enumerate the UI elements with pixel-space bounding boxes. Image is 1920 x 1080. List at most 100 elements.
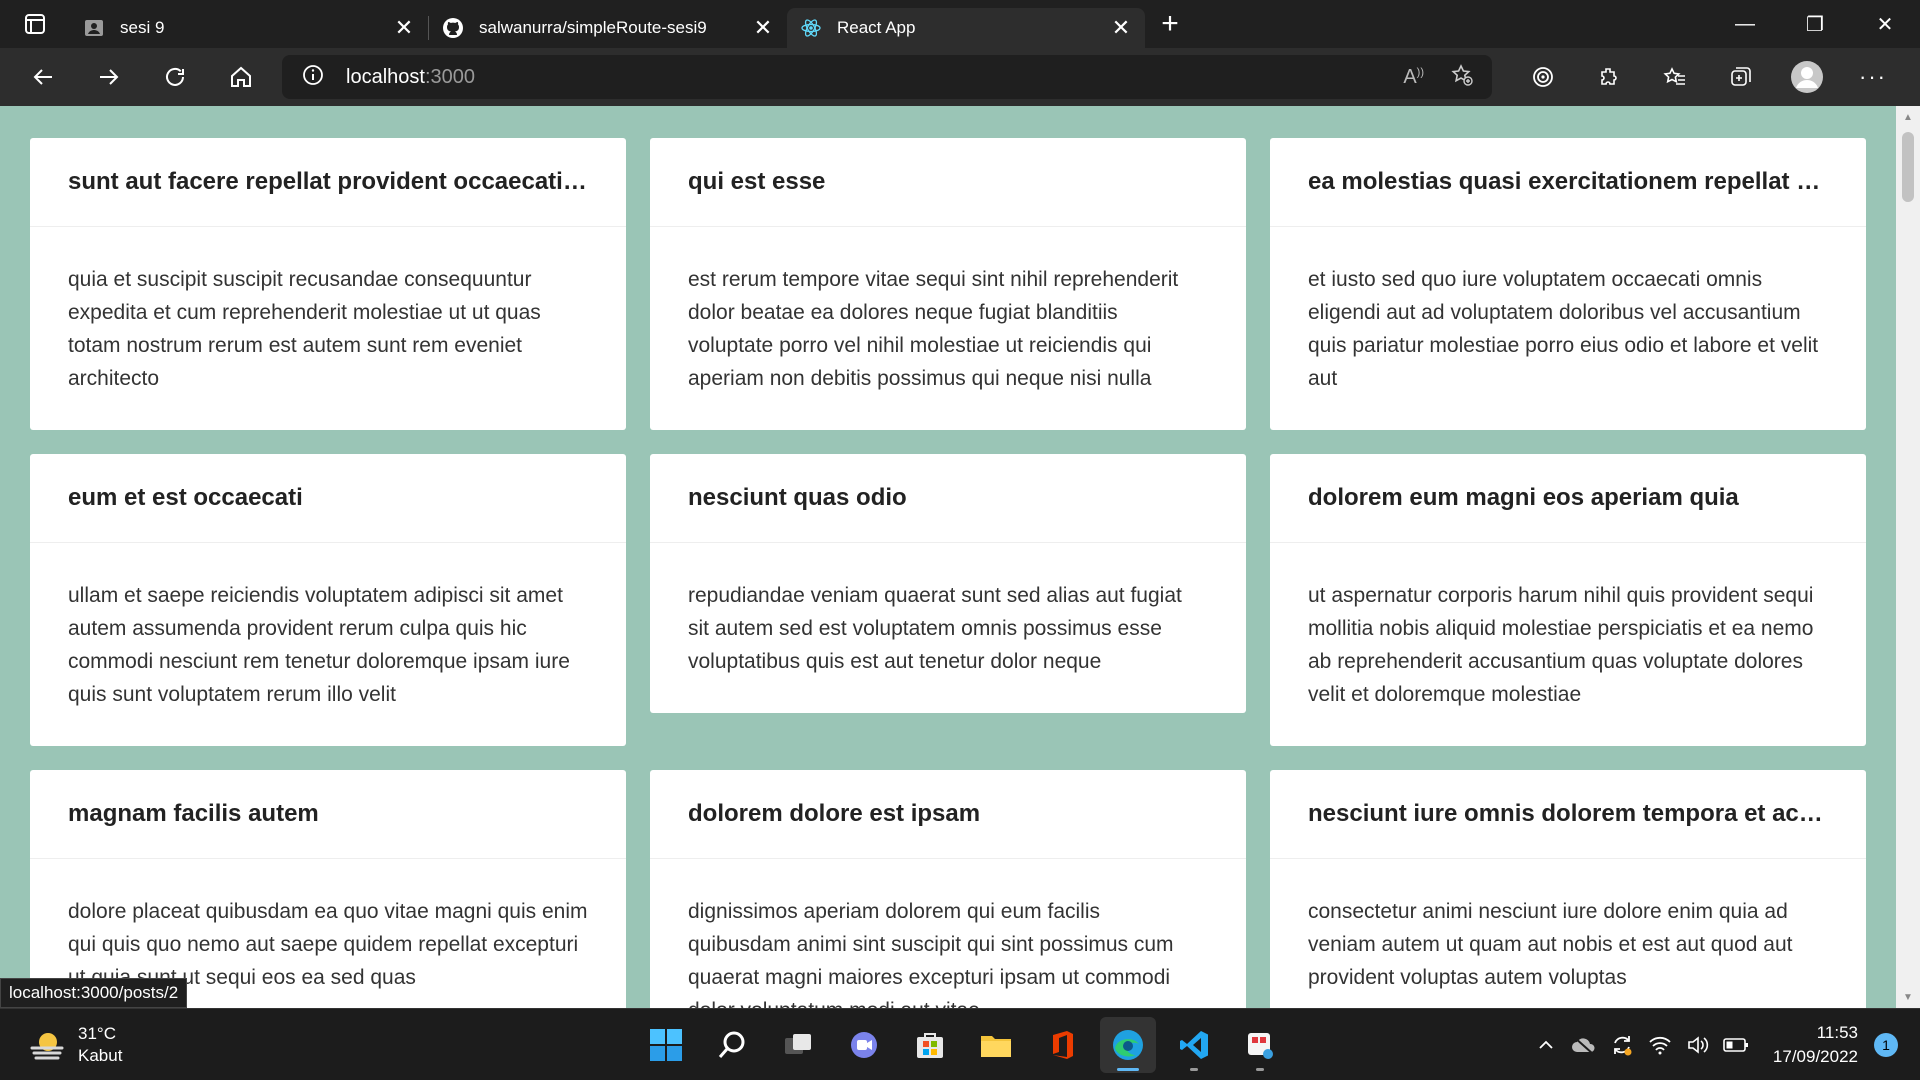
forward-icon[interactable] — [76, 48, 142, 106]
favorites-icon[interactable] — [1642, 48, 1708, 106]
wifi-icon[interactable] — [1641, 1035, 1679, 1055]
post-body: consectetur animi nesciunt iure dolore e… — [1308, 900, 1793, 989]
post-card[interactable]: magnam facilis autem dolore placeat quib… — [30, 770, 626, 1008]
page-scrollbar[interactable]: ▲ ▼ — [1896, 106, 1920, 1008]
clock[interactable]: 11:53 17/09/2022 — [1773, 1021, 1858, 1069]
clock-date: 17/09/2022 — [1772, 1047, 1858, 1066]
file-explorer-icon[interactable] — [968, 1017, 1024, 1073]
card-header: dolorem eum magni eos aperiam quia — [1270, 454, 1866, 543]
task-view-icon[interactable] — [770, 1017, 826, 1073]
open-indicator — [1190, 1068, 1198, 1071]
window-close-icon[interactable]: ✕ — [1850, 0, 1920, 48]
profile-icon — [82, 16, 106, 40]
link-status-tooltip: localhost:3000/posts/2 — [0, 978, 188, 1008]
post-body: repudiandae veniam quaerat sunt sed alia… — [688, 584, 1182, 673]
post-card[interactable]: nesciunt quas odio repudiandae veniam qu… — [650, 454, 1246, 713]
card-header: qui est esse — [650, 138, 1246, 227]
onedrive-icon[interactable] — [1565, 1035, 1603, 1055]
github-icon — [441, 16, 465, 40]
card-header: nesciunt quas odio — [650, 454, 1246, 543]
post-card[interactable]: nesciunt iure omnis dolorem tempora et a… — [1270, 770, 1866, 1008]
post-body: ullam et saepe reiciendis voluptatem adi… — [68, 584, 570, 706]
post-body: et iusto sed quo iure voluptatem occaeca… — [1308, 268, 1819, 390]
url-host: localhost — [346, 65, 425, 88]
weather-temp: 31°C — [78, 1024, 116, 1043]
store-icon[interactable] — [902, 1017, 958, 1073]
scroll-up-icon[interactable]: ▲ — [1896, 106, 1920, 128]
post-title: nesciunt quas odio — [688, 484, 907, 511]
scrollbar-thumb[interactable] — [1902, 132, 1914, 202]
close-tab-icon[interactable]: ✕ — [1109, 15, 1133, 41]
post-card[interactable]: sunt aut facere repellat provident occae… — [30, 138, 626, 430]
back-icon[interactable] — [10, 48, 76, 106]
scroll-down-icon[interactable]: ▼ — [1896, 986, 1920, 1008]
tab-github[interactable]: salwanurra/simpleRoute-sesi9 ✕ — [429, 8, 787, 48]
post-card[interactable]: eum et est occaecati ullam et saepe reic… — [30, 454, 626, 746]
url-port: :3000 — [424, 65, 475, 88]
more-options-icon[interactable]: ··· — [1840, 48, 1906, 106]
open-indicator — [1256, 1068, 1264, 1071]
edge-icon[interactable] — [1100, 1017, 1156, 1073]
tracking-prevention-icon[interactable] — [1510, 48, 1576, 106]
browser-tab-bar: sesi 9 ✕ salwanurra/simpleRoute-sesi9 ✕ … — [0, 0, 1920, 48]
taskbar: 31°C Kabut 11:53 17/09/2022 1 — [0, 1008, 1920, 1080]
chevron-up-icon[interactable] — [1527, 1036, 1565, 1054]
read-aloud-icon[interactable]: A)) — [1403, 66, 1424, 89]
snipping-tool-icon[interactable] — [1232, 1017, 1288, 1073]
react-icon — [799, 16, 823, 40]
post-card[interactable]: qui est esse est rerum tempore vitae seq… — [650, 138, 1246, 430]
site-info-icon[interactable] — [302, 64, 324, 91]
browser-toolbar: localhost:3000 A)) ··· — [0, 48, 1920, 106]
minimize-icon[interactable]: — — [1710, 0, 1780, 48]
weather-fog-icon — [30, 1033, 64, 1060]
vscode-icon[interactable] — [1166, 1017, 1222, 1073]
start-icon[interactable] — [638, 1017, 694, 1073]
post-title: dolorem dolore est ipsam — [688, 800, 981, 827]
card-header: eum et est occaecati — [30, 454, 626, 543]
add-favorite-icon[interactable] — [1450, 63, 1474, 92]
window-controls: — ❐ ✕ — [1710, 0, 1920, 48]
notification-badge[interactable]: 1 — [1874, 1033, 1898, 1057]
extensions-icon[interactable] — [1576, 48, 1642, 106]
avatar[interactable] — [1774, 48, 1840, 106]
post-title: nesciunt iure omnis dolorem tempora et a… — [1308, 800, 1828, 827]
active-indicator — [1117, 1068, 1139, 1071]
collections-icon[interactable] — [1708, 48, 1774, 106]
restore-icon[interactable]: ❐ — [1780, 0, 1850, 48]
post-body: quia et suscipit suscipit recusandae con… — [68, 268, 541, 390]
post-title: dolorem eum magni eos aperiam quia — [1308, 484, 1739, 511]
close-tab-icon[interactable]: ✕ — [392, 15, 416, 41]
volume-icon[interactable] — [1679, 1034, 1717, 1056]
post-card[interactable]: dolorem eum magni eos aperiam quia ut as… — [1270, 454, 1866, 746]
tab-react-app[interactable]: React App ✕ — [787, 8, 1145, 48]
tab-sesi-9[interactable]: sesi 9 ✕ — [70, 8, 428, 48]
battery-icon[interactable] — [1717, 1037, 1755, 1053]
tab-title: sesi 9 — [120, 18, 165, 37]
teams-chat-icon[interactable] — [836, 1017, 892, 1073]
weather-widget[interactable]: 31°C Kabut — [28, 1023, 122, 1067]
post-card[interactable]: dolorem dolore est ipsam dignissimos ape… — [650, 770, 1246, 1008]
post-body: est rerum tempore vitae sequi sint nihil… — [688, 268, 1179, 390]
post-title: eum et est occaecati — [68, 484, 303, 511]
office-icon[interactable] — [1034, 1017, 1090, 1073]
address-bar[interactable]: localhost:3000 A)) — [282, 55, 1492, 99]
post-body: ut aspernatur corporis harum nihil quis … — [1308, 584, 1814, 706]
post-title: sunt aut facere repellat provident occae… — [68, 168, 588, 195]
toolbar-icons: ··· — [1510, 48, 1906, 106]
clock-time: 11:53 — [1816, 1023, 1858, 1042]
search-icon[interactable] — [704, 1017, 760, 1073]
post-title: qui est esse — [688, 168, 826, 195]
taskbar-apps — [638, 1017, 1288, 1073]
card-header: sunt aut facere repellat provident occae… — [30, 138, 626, 227]
tab-actions-icon[interactable] — [0, 0, 70, 48]
sync-icon[interactable] — [1603, 1033, 1641, 1057]
new-tab-icon[interactable]: + — [1145, 0, 1195, 48]
system-tray: 11:53 17/09/2022 1 — [1527, 1019, 1898, 1071]
card-header: ea molestias quasi exercitationem repell… — [1270, 138, 1866, 227]
home-icon[interactable] — [208, 48, 274, 106]
post-card[interactable]: ea molestias quasi exercitationem repell… — [1270, 138, 1866, 430]
post-title: magnam facilis autem — [68, 800, 319, 827]
close-tab-icon[interactable]: ✕ — [751, 15, 775, 41]
tab-title: salwanurra/simpleRoute-sesi9 — [479, 18, 707, 37]
refresh-icon[interactable] — [142, 48, 208, 106]
